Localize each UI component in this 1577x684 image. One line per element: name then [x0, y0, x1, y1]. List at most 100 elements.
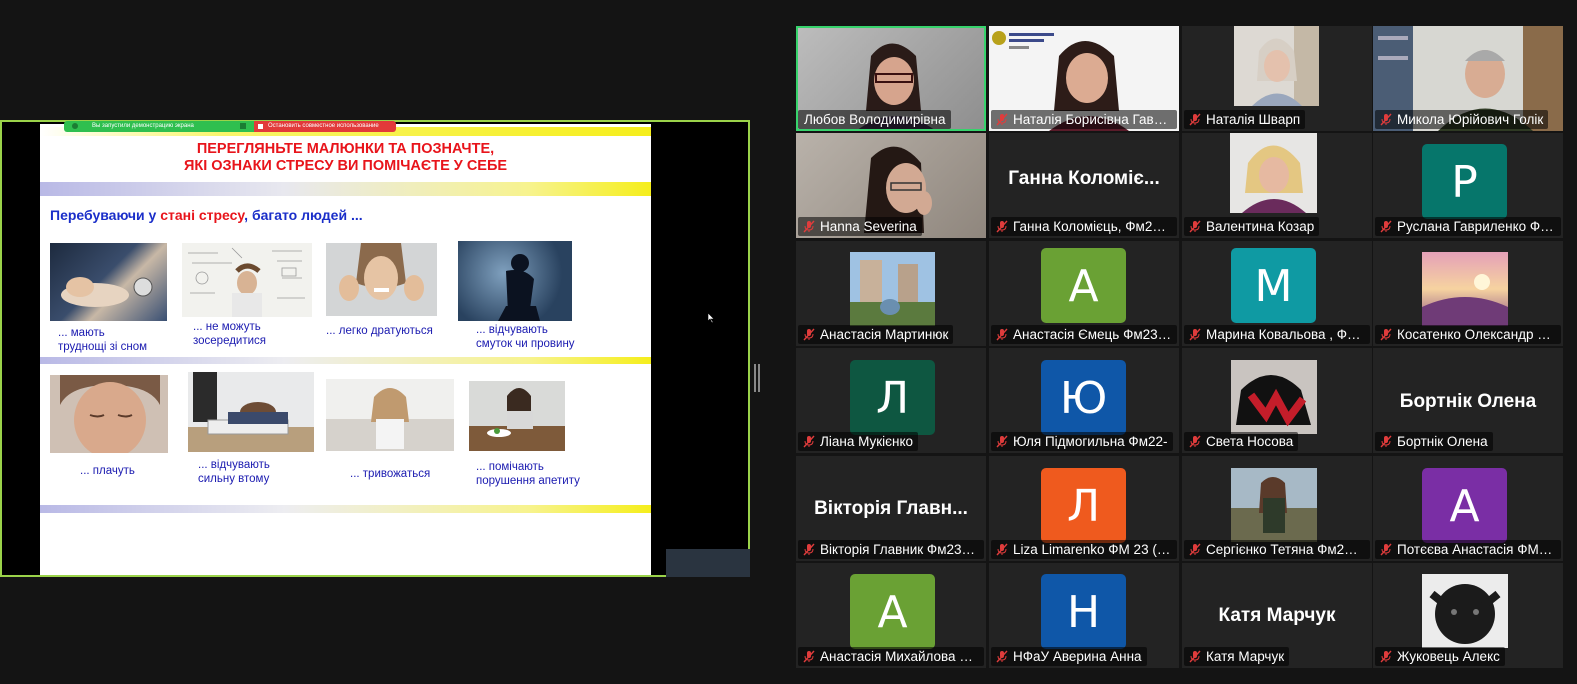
caption-tired: ... відчувають сильну втому	[198, 459, 270, 485]
muted-mic-icon	[1189, 113, 1201, 126]
participant-avatar: Р	[1422, 144, 1507, 219]
participant-name: Liza Limarenko ФМ 23 (4,10д)	[991, 540, 1177, 559]
participant-tile[interactable]: Hanna Severina	[796, 133, 986, 238]
participant-tile[interactable]: Наталія Борисівна Гаврилюк	[989, 26, 1179, 131]
muted-mic-icon	[996, 543, 1008, 556]
stop-share-button[interactable]: Остановить совместное использование	[254, 121, 396, 132]
participant-gallery: Любов Володимирівна Наталія Борисівна Га…	[796, 26, 1564, 672]
slide-mid-band	[40, 357, 651, 364]
participant-name: Света Носова	[1184, 432, 1299, 451]
anxious-image	[326, 379, 454, 451]
muted-mic-icon	[1189, 220, 1201, 233]
participant-name: Наталія Шварп	[1184, 110, 1306, 129]
participant-tile[interactable]: Жуковець Алекс	[1373, 563, 1563, 668]
participant-tile[interactable]: Наталія Шварп	[1182, 26, 1372, 131]
participant-tile[interactable]: Л Ліана Мукієнко	[796, 348, 986, 453]
caption-anxious: ... тривожаться	[350, 468, 431, 480]
presentation-slide: ПЕРЕГЛЯНЬТЕ МАЛЮНКИ ТА ПОЗНАЧТЕ, ЯКІ ОЗН…	[40, 124, 651, 575]
share-corner-overlay	[666, 549, 750, 577]
muted-mic-icon	[1380, 435, 1392, 448]
shared-screen[interactable]: ПЕРЕГЛЯНЬТЕ МАЛЮНКИ ТА ПОЗНАЧТЕ, ЯКІ ОЗН…	[0, 120, 750, 577]
muted-mic-icon	[996, 220, 1008, 233]
tired-image	[188, 372, 314, 452]
mouse-cursor-icon	[708, 313, 714, 323]
participant-name: Наталія Борисівна Гаврилюк	[991, 110, 1177, 129]
caption-sadness: ... відчувають смуток чи провину	[476, 324, 575, 350]
participant-tile[interactable]: Катя Марчук Катя Марчук	[1182, 563, 1372, 668]
slide-subtitle: Перебуваючи у стані стресу, багато людей…	[50, 207, 363, 223]
participant-tile[interactable]: Косатенко Олександр Фм23	[1373, 241, 1563, 346]
participant-name: Вікторія Главник Фм23-01	[798, 540, 984, 559]
video-feed	[1234, 26, 1319, 106]
profile-photo	[1230, 133, 1317, 213]
caption-irritated: ... легко дратуються	[326, 325, 433, 337]
sleepless-image	[50, 243, 167, 321]
sadness-image	[458, 241, 572, 321]
muted-mic-icon	[1380, 543, 1392, 556]
slide-title: ПЕРЕГЛЯНЬТЕ МАЛЮНКИ ТА ПОЗНАЧТЕ, ЯКІ ОЗН…	[183, 141, 508, 174]
participant-tile[interactable]: Любов Володимирівна	[796, 26, 986, 131]
participant-name: Сергієнко Тетяна Фм21(4,10д)	[1184, 540, 1370, 559]
muted-mic-icon	[1189, 435, 1201, 448]
sharing-indicator: Вы запустили демонстрацию экрана	[64, 121, 254, 132]
muted-mic-icon	[803, 543, 815, 556]
slide-bottom-band	[40, 505, 651, 513]
participant-name: Валентина Козар	[1184, 217, 1320, 236]
crying-image	[50, 375, 168, 453]
muted-mic-icon	[996, 328, 1008, 341]
participant-name: Косатенко Олександр Фм23	[1375, 325, 1561, 344]
profile-photo	[1231, 360, 1317, 434]
participant-tile[interactable]: Микола Юрійович Голік	[1373, 26, 1563, 131]
participant-tile[interactable]: Анастасія Мартинюк	[796, 241, 986, 346]
participant-name: НФаУ Аверина Анна	[991, 647, 1147, 666]
participant-avatar: А	[1422, 468, 1507, 543]
participant-name: Марина Ковальова , Фм23	[1184, 325, 1370, 344]
participant-tile[interactable]: Вікторія Главн... Вікторія Главник Фм23-…	[796, 456, 986, 561]
muted-mic-icon	[803, 650, 815, 663]
participant-tile[interactable]: Н НФаУ Аверина Анна	[989, 563, 1179, 668]
participant-name: Юля Підмогильна Фм22-	[991, 432, 1173, 451]
participant-name: Анастасія Михайлова Фм23	[798, 647, 984, 666]
participant-name: Жуковець Алекс	[1375, 647, 1505, 666]
profile-photo	[1422, 574, 1508, 648]
participant-tile[interactable]: Р Руслана Гавриленко Фм23	[1373, 133, 1563, 238]
participant-avatar: Л	[850, 360, 935, 435]
participant-tile[interactable]: А Анастасія Михайлова Фм23	[796, 563, 986, 668]
irritated-image	[326, 243, 437, 316]
profile-photo	[1231, 468, 1317, 542]
profile-photo	[850, 252, 935, 326]
muted-mic-icon	[803, 435, 815, 448]
participant-tile[interactable]: А Анастасія Ємець Фм23(4,10д)	[989, 241, 1179, 346]
participant-name: Ганна Коломієць, Фм24(4,10д)-01	[991, 217, 1177, 236]
participant-avatar: Л	[1041, 468, 1126, 543]
participant-tile[interactable]: Ганна Коломіє... Ганна Коломієць, Фм24(4…	[989, 133, 1179, 238]
participant-tile[interactable]: Сергієнко Тетяна Фм21(4,10д)	[1182, 456, 1372, 561]
participant-tile[interactable]: Света Носова	[1182, 348, 1372, 453]
muted-mic-icon	[1380, 113, 1392, 126]
participant-tile[interactable]: А Потєєва Анастасія ФМ22-01	[1373, 456, 1563, 561]
cannot-focus-image	[182, 243, 312, 317]
participant-avatar: М	[1231, 248, 1316, 323]
participant-name: Ліана Мукієнко	[798, 432, 919, 451]
muted-mic-icon	[1189, 328, 1201, 341]
pause-icon[interactable]	[240, 123, 246, 129]
participant-tile[interactable]: Л Liza Limarenko ФМ 23 (4,10д)	[989, 456, 1179, 561]
participant-tile[interactable]: Бортнік Олена Бортнік Олена	[1373, 348, 1563, 453]
participant-tile[interactable]: Ю Юля Підмогильна Фм22-	[989, 348, 1179, 453]
caption-sleep: ... мають труднощі зі сном	[58, 327, 147, 353]
stop-icon	[258, 124, 263, 129]
splitter-handle[interactable]	[754, 364, 760, 392]
muted-mic-icon	[803, 220, 815, 233]
participant-name: Катя Марчук	[1184, 647, 1290, 666]
participant-tile[interactable]: Валентина Козар	[1182, 133, 1372, 238]
participant-avatar: А	[1041, 248, 1126, 323]
participant-avatar: А	[850, 574, 935, 649]
participant-name: Бортнік Олена	[1375, 432, 1493, 451]
appetite-image	[469, 381, 565, 451]
muted-mic-icon	[1380, 650, 1392, 663]
participant-name: Анастасія Мартинюк	[798, 325, 954, 344]
muted-mic-icon	[803, 328, 815, 341]
participant-avatar: Н	[1041, 574, 1126, 649]
caption-crying: ... плачуть	[80, 465, 135, 477]
participant-tile[interactable]: М Марина Ковальова , Фм23	[1182, 241, 1372, 346]
